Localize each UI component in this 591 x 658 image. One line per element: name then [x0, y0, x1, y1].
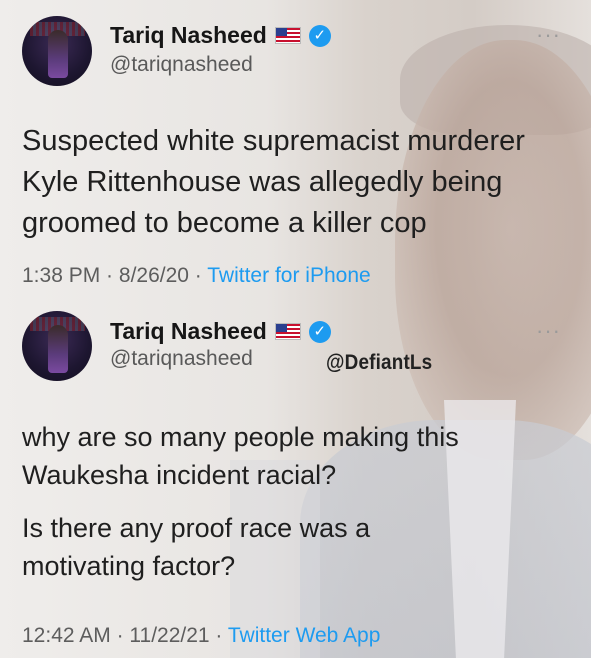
tweet-date[interactable]: 8/26/20: [119, 264, 189, 287]
avatar[interactable]: [22, 16, 92, 86]
tweet-text-paragraph-1: why are so many people making this Wauke…: [22, 422, 459, 490]
avatar[interactable]: [22, 311, 92, 381]
tweet-timestamp: 1:38 PM · 8/26/20 · Twitter for iPhone: [22, 264, 371, 287]
tweet-source[interactable]: Twitter Web App: [228, 624, 381, 647]
display-name[interactable]: Tariq Nasheed ✓: [110, 22, 331, 49]
handle[interactable]: @tariqnasheed: [110, 53, 253, 77]
us-flag-icon: [274, 323, 301, 340]
tweet-date[interactable]: 11/22/21: [129, 624, 209, 647]
verified-check-icon: ✓: [308, 320, 331, 343]
tweet-text-paragraph-2: Is there any proof race was a motivating…: [22, 513, 371, 581]
more-options-icon[interactable]: ···: [536, 22, 561, 48]
tweet-time[interactable]: 12:42 AM: [22, 624, 111, 647]
watermark-text: @DefiantLs: [326, 351, 433, 374]
us-flag-icon: [274, 27, 301, 44]
handle[interactable]: @tariqnasheed: [110, 347, 253, 371]
tweet-text: Suspected white supremacist murderer Kyl…: [22, 125, 525, 239]
display-name[interactable]: Tariq Nasheed ✓: [110, 318, 331, 345]
more-options-icon[interactable]: ···: [536, 318, 561, 344]
tweet-timestamp: 12:42 AM · 11/22/21 · Twitter Web App: [22, 624, 381, 647]
tweet-time[interactable]: 1:38 PM: [22, 264, 100, 287]
verified-check-icon: ✓: [308, 24, 331, 47]
tweet-source[interactable]: Twitter for iPhone: [207, 264, 370, 287]
